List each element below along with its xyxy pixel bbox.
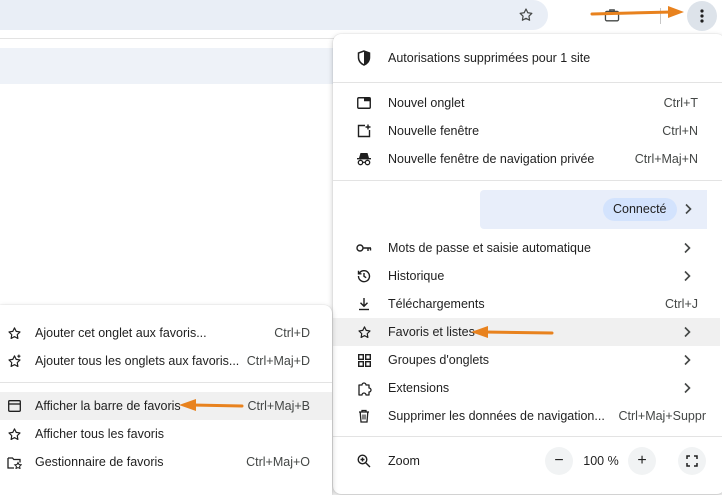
submenu-item-bookmark-manager[interactable]: Gestionnaire de favoris Ctrl+Maj+O bbox=[0, 448, 332, 476]
submenu-separator bbox=[0, 382, 332, 383]
menu-separator bbox=[333, 180, 722, 181]
submenu-item-bookmark-all[interactable]: Ajouter tous les onglets aux favoris... … bbox=[0, 347, 332, 375]
new-tab-icon bbox=[356, 95, 372, 111]
menu-item-permissions[interactable]: Autorisations supprimées pour 1 site bbox=[333, 44, 720, 72]
menu-item-label: Nouvel onglet bbox=[388, 96, 465, 110]
shortcut-label: Ctrl+J bbox=[665, 297, 698, 311]
menu-item-new-window[interactable]: Nouvelle fenêtre Ctrl+N bbox=[333, 117, 720, 145]
chevron-right-icon bbox=[680, 353, 694, 367]
menu-item-extensions[interactable]: Extensions bbox=[333, 374, 720, 402]
menu-item-label: Autorisations supprimées pour 1 site bbox=[388, 51, 591, 65]
menu-item-label: Extensions bbox=[388, 381, 450, 395]
menu-item-downloads[interactable]: Téléchargements Ctrl+J bbox=[333, 290, 720, 318]
chrome-main-menu: Autorisations supprimées pour 1 site Nou… bbox=[333, 34, 722, 494]
menu-item-label: Groupes d'onglets bbox=[388, 353, 490, 367]
key-icon bbox=[356, 240, 372, 256]
chevron-right-icon bbox=[681, 202, 695, 216]
profile-row[interactable]: Connecté bbox=[480, 190, 707, 229]
star-icon bbox=[356, 324, 372, 340]
bookmark-bar-icon bbox=[6, 398, 22, 414]
page-divider bbox=[0, 38, 340, 39]
zoom-icon bbox=[356, 453, 372, 469]
new-window-icon bbox=[356, 123, 372, 139]
submenu-item-show-bookmarks-bar[interactable]: Afficher la barre de favoris Ctrl+Maj+B bbox=[0, 392, 332, 420]
grid-icon bbox=[356, 352, 372, 368]
submenu-item-bookmark-tab[interactable]: Ajouter cet onglet aux favoris... Ctrl+D bbox=[0, 319, 332, 347]
menu-item-label: Nouvelle fenêtre de navigation privée bbox=[388, 152, 595, 166]
briefcase-icon bbox=[604, 9, 620, 22]
chevron-right-icon bbox=[680, 241, 694, 255]
submenu-item-label: Gestionnaire de favoris bbox=[35, 455, 164, 469]
zoom-in-button[interactable]: + bbox=[628, 447, 656, 475]
fullscreen-button[interactable] bbox=[678, 447, 706, 475]
browser-toolbar bbox=[0, 0, 722, 34]
star-add-icon bbox=[6, 353, 22, 369]
menu-item-label: Historique bbox=[388, 269, 445, 283]
menu-item-new-tab[interactable]: Nouvel onglet Ctrl+T bbox=[333, 89, 720, 117]
chevron-right-icon bbox=[680, 269, 694, 283]
shortcut-label: Ctrl+Maj+Suppr bbox=[618, 409, 706, 423]
zoom-level: 100 % bbox=[583, 454, 619, 468]
star-outline-icon bbox=[6, 426, 22, 442]
menu-item-passwords[interactable]: Mots de passe et saisie automatique bbox=[333, 234, 720, 262]
puzzle-icon bbox=[356, 380, 372, 396]
shortcut-label: Ctrl+Maj+B bbox=[247, 399, 310, 413]
menu-item-label: Favoris et listes bbox=[388, 325, 475, 339]
incognito-icon bbox=[356, 151, 372, 167]
minus-icon: − bbox=[554, 452, 564, 469]
shortcut-label: Ctrl+N bbox=[662, 124, 698, 138]
zoom-row: Zoom − 100 % + bbox=[333, 444, 720, 478]
menu-separator bbox=[333, 436, 722, 437]
shield-icon bbox=[356, 50, 372, 66]
shortcut-label: Ctrl+Maj+N bbox=[634, 152, 698, 166]
plus-icon: + bbox=[637, 452, 647, 469]
star-outline-icon bbox=[519, 8, 533, 21]
submenu-item-label: Afficher la barre de favoris bbox=[35, 399, 181, 413]
profile-status-badge: Connecté bbox=[603, 198, 677, 221]
chevron-right-icon bbox=[680, 381, 694, 395]
submenu-item-label: Ajouter tous les onglets aux favoris... bbox=[35, 354, 240, 368]
menu-item-label: Nouvelle fenêtre bbox=[388, 124, 480, 138]
shortcut-label: Ctrl+D bbox=[274, 326, 310, 340]
star-outline-icon bbox=[6, 325, 22, 341]
menu-item-bookmarks[interactable]: Favoris et listes bbox=[333, 318, 720, 346]
page-content-band bbox=[0, 48, 340, 84]
zoom-label: Zoom bbox=[388, 454, 420, 468]
history-icon bbox=[356, 268, 372, 284]
trash-icon bbox=[356, 408, 372, 424]
shortcut-label: Ctrl+T bbox=[663, 96, 698, 110]
three-dots-vertical-icon bbox=[700, 9, 704, 23]
menu-item-label: Téléchargements bbox=[388, 297, 485, 311]
submenu-item-label: Afficher tous les favoris bbox=[35, 427, 164, 441]
zoom-out-button[interactable]: − bbox=[545, 447, 573, 475]
chevron-right-icon bbox=[680, 325, 694, 339]
menu-item-incognito[interactable]: Nouvelle fenêtre de navigation privée Ct… bbox=[333, 145, 720, 173]
download-icon bbox=[356, 296, 372, 312]
extensions-button[interactable] bbox=[600, 4, 624, 26]
toolbar-divider bbox=[660, 8, 661, 24]
shortcut-label: Ctrl+Maj+O bbox=[246, 455, 310, 469]
menu-separator bbox=[333, 82, 722, 83]
menu-item-history[interactable]: Historique bbox=[333, 262, 720, 290]
submenu-item-show-all-bookmarks[interactable]: Afficher tous les favoris bbox=[0, 420, 332, 448]
submenu-item-label: Ajouter cet onglet aux favoris... bbox=[35, 326, 207, 340]
bookmark-star-button[interactable] bbox=[514, 4, 538, 26]
address-bar[interactable] bbox=[0, 0, 548, 30]
bookmarks-submenu: Ajouter cet onglet aux favoris... Ctrl+D… bbox=[0, 305, 332, 495]
fullscreen-icon bbox=[686, 455, 698, 467]
menu-item-clear-data[interactable]: Supprimer les données de navigation... C… bbox=[333, 402, 720, 430]
menu-item-label: Mots de passe et saisie automatique bbox=[388, 241, 591, 255]
chrome-menu-button[interactable] bbox=[687, 1, 717, 31]
bookmark-manager-icon bbox=[6, 454, 22, 470]
shortcut-label: Ctrl+Maj+D bbox=[246, 354, 310, 368]
menu-item-label: Supprimer les données de navigation... bbox=[388, 409, 605, 423]
menu-item-tab-groups[interactable]: Groupes d'onglets bbox=[333, 346, 720, 374]
